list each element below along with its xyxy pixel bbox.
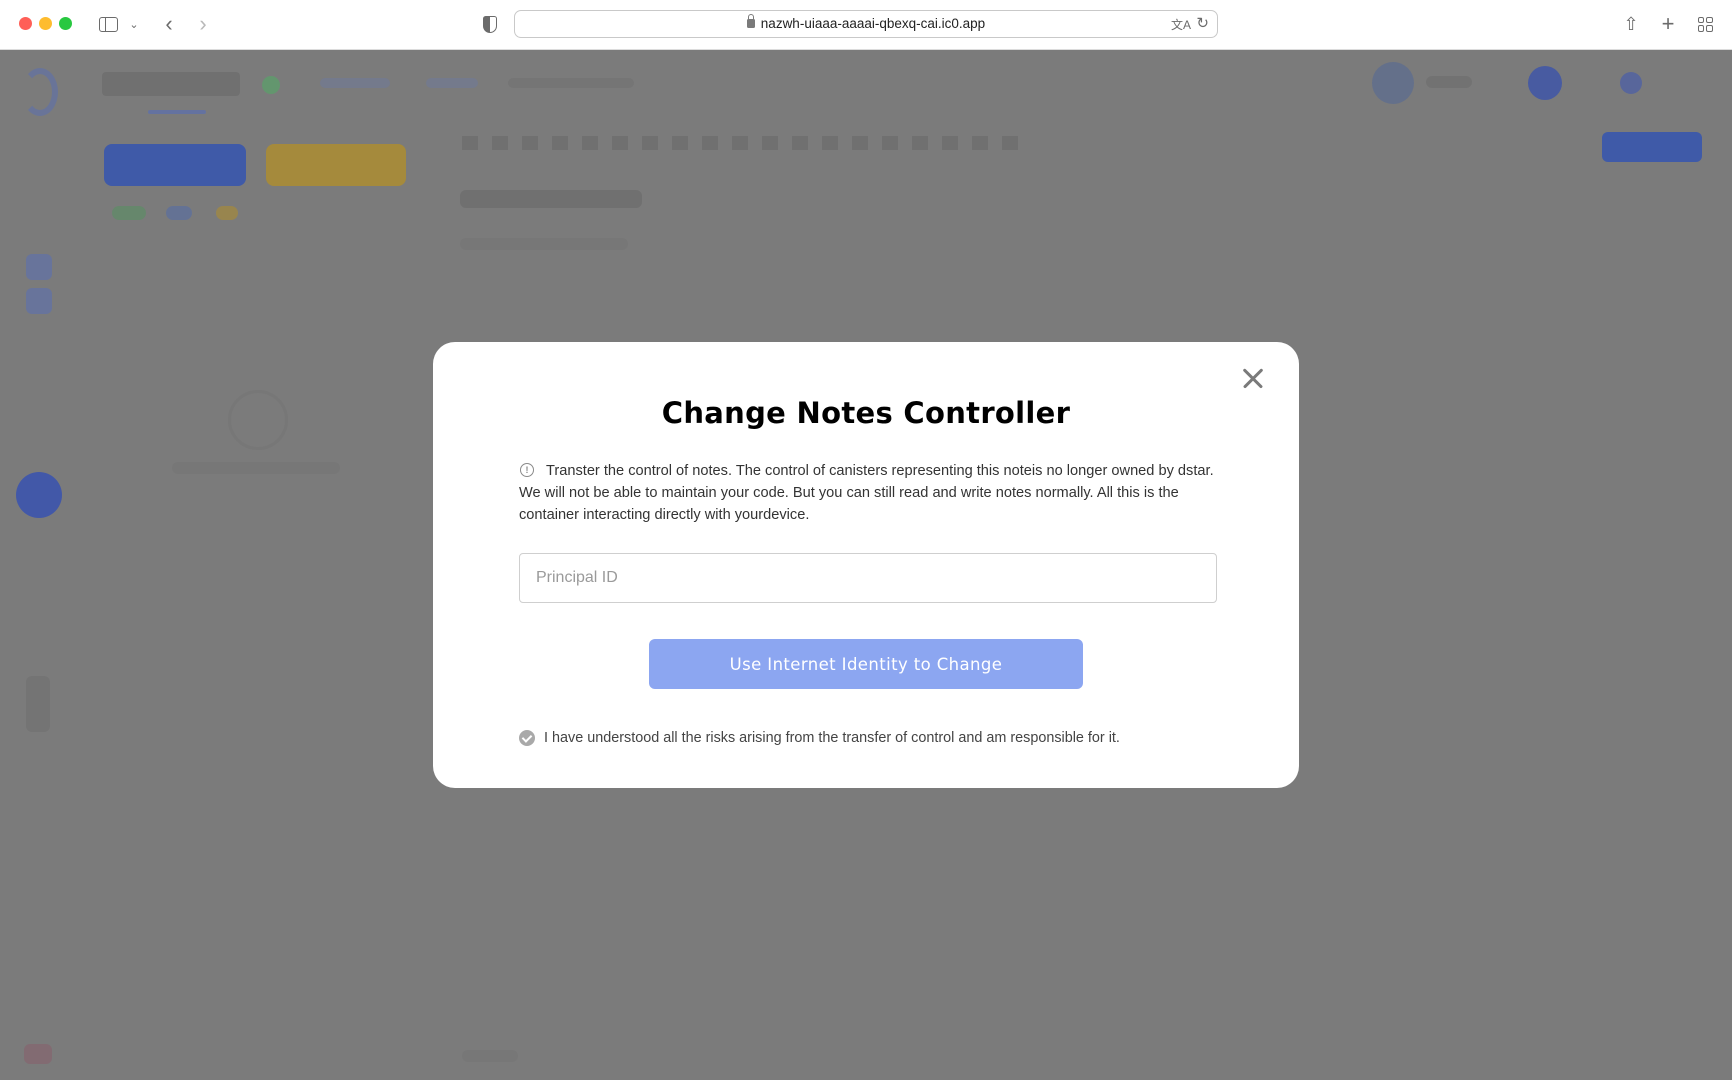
warning-text: Transter the control of notes. The contr… <box>519 463 1214 523</box>
dialog-title: Change Notes Controller <box>661 396 1071 430</box>
filter-chip <box>112 206 146 220</box>
note-subtext <box>460 238 628 250</box>
nav-item <box>320 78 390 88</box>
plus-icon[interactable]: + <box>1659 11 1677 36</box>
secondary-action-button <box>266 144 406 186</box>
close-window-button[interactable] <box>19 17 32 30</box>
editor-toolbar <box>462 136 1028 150</box>
user-name <box>1426 76 1472 88</box>
check-circle-icon[interactable] <box>519 730 535 746</box>
reload-icon[interactable]: ↻ <box>1196 14 1209 32</box>
empty-state-icon <box>228 390 288 450</box>
principal-id-input[interactable] <box>519 553 1217 603</box>
lock-icon <box>746 14 755 28</box>
acknowledge-label: I have understood all the risks arising … <box>544 730 1120 746</box>
app-logo <box>22 68 58 116</box>
shield-icon[interactable] <box>481 12 499 36</box>
sidebar-icon[interactable] <box>96 12 120 36</box>
chevron-left-icon[interactable]: ‹ <box>160 11 178 36</box>
use-internet-identity-button[interactable]: Use Internet Identity to Change <box>649 639 1083 689</box>
workspace-title <box>102 72 240 96</box>
title-underline <box>148 110 206 114</box>
change-controller-dialog: Change Notes Controller ! Transter the c… <box>433 342 1299 788</box>
notification-icon <box>1528 66 1562 100</box>
address-bar[interactable]: nazwh-uiaaa-aaaai-qbexq-cai.ic0.app 文A ↻ <box>514 10 1218 38</box>
filter-chip <box>216 206 238 220</box>
browser-toolbar: ⌄ ‹ › nazwh-uiaaa-aaaai-qbexq-cai.ic0.ap… <box>0 0 1732 50</box>
grid-icon[interactable] <box>1696 12 1714 36</box>
sidebar-icon-item <box>24 1044 52 1064</box>
nav-item <box>426 78 478 88</box>
filter-chip <box>166 206 192 220</box>
sidebar-action-icon <box>16 472 62 518</box>
sidebar-icon-item <box>26 254 52 280</box>
settings-icon <box>1620 72 1642 94</box>
translate-icon[interactable]: 文A <box>1171 16 1191 33</box>
status-dot <box>262 76 280 94</box>
sidebar-icon-item <box>26 288 52 314</box>
avatar <box>1372 62 1414 104</box>
footer-text <box>462 1050 518 1062</box>
nav-item <box>508 78 634 88</box>
save-button <box>1602 132 1702 162</box>
url-value: nazwh-uiaaa-aaaai-qbexq-cai.ic0.app <box>760 16 986 31</box>
url-text: nazwh-uiaaa-aaaai-qbexq-cai.ic0.app <box>515 14 1217 31</box>
empty-state-text <box>172 462 340 474</box>
zoom-window-button[interactable] <box>59 17 72 30</box>
chevron-right-icon[interactable]: › <box>194 11 212 36</box>
minimize-window-button[interactable] <box>39 17 52 30</box>
share-icon[interactable]: ⇧ <box>1622 12 1640 36</box>
new-note-button <box>104 144 246 186</box>
sidebar-icon-item <box>26 676 50 732</box>
acknowledge-checkbox[interactable]: I have understood all the risks arising … <box>519 730 1120 746</box>
chevron-down-icon[interactable]: ⌄ <box>127 12 141 36</box>
note-heading <box>460 190 642 208</box>
close-icon[interactable] <box>1233 358 1273 398</box>
